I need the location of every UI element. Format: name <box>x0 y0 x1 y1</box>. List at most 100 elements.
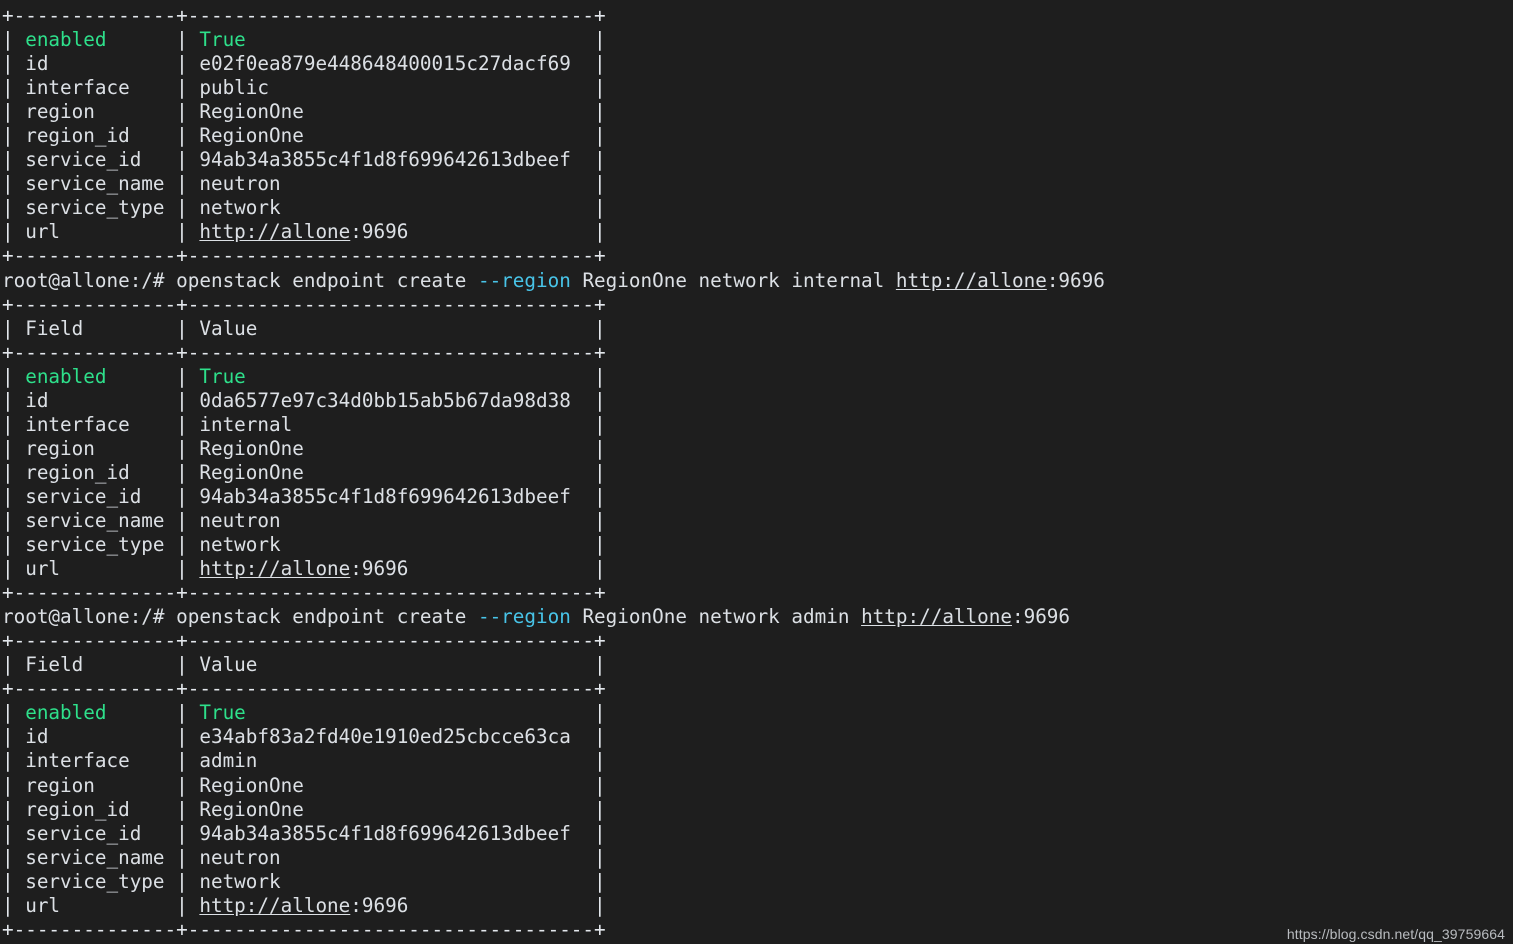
table-border: | <box>2 100 26 124</box>
cell-value-url-link[interactable]: http://allone <box>199 220 350 243</box>
cell-value: neutron <box>199 845 583 869</box>
command-line[interactable]: root@allone:/# openstack endpoint create… <box>2 605 1513 629</box>
table-border: | <box>164 412 200 436</box>
cell-field: region_id <box>25 124 165 148</box>
command-args: RegionOne network internal <box>570 268 896 292</box>
table-border: | <box>164 364 200 388</box>
cell-field: service_name <box>25 845 165 869</box>
cell-field: service_type <box>25 196 165 220</box>
table-border: | <box>2 845 26 869</box>
cell-field: service_name <box>25 172 165 196</box>
command-url-port: :9696 <box>1011 605 1071 629</box>
table-border: | <box>164 76 200 100</box>
command-url-link[interactable]: http://allone <box>861 605 1012 628</box>
table-rule: +--------------+------------------------… <box>2 4 606 27</box>
cell-field: region <box>25 100 165 124</box>
terminal-screen[interactable]: +--------------+------------------------… <box>0 0 1513 942</box>
cell-field: service_id <box>25 484 165 508</box>
table-border: | <box>2 893 26 917</box>
table-border: | <box>582 52 606 76</box>
table-border: | <box>2 52 26 76</box>
table-border: | <box>164 124 200 148</box>
table-border: | <box>2 316 26 340</box>
cell-field: id <box>25 388 165 412</box>
table-border: | <box>582 196 606 220</box>
cell-field: region <box>25 436 165 460</box>
command-text: openstack endpoint create <box>164 605 478 629</box>
table-rule-mid: +--------------+------------------------… <box>2 677 1513 701</box>
table-border: | <box>582 821 606 845</box>
table-border: | <box>582 28 606 52</box>
table-row: | service_id | 94ab34a3855c4f1d8f6996426… <box>2 148 1513 172</box>
table-border: | <box>2 76 26 100</box>
table-border: | <box>164 845 200 869</box>
cell-field: service_name <box>25 508 165 532</box>
command-flag: --region <box>477 605 571 629</box>
table-border: | <box>2 701 26 725</box>
table-row: | service_type | network | <box>2 196 1513 220</box>
table-border: | <box>2 557 26 581</box>
command-url-link[interactable]: http://allone <box>896 269 1047 292</box>
table-border: | <box>582 749 606 773</box>
table-border: | <box>164 484 200 508</box>
table-border: | <box>582 436 606 460</box>
cell-value: admin <box>199 749 583 773</box>
cell-value-url-port: :9696 <box>350 220 583 244</box>
column-header-field: Field <box>25 316 165 340</box>
table-border: | <box>582 797 606 821</box>
table-border: | <box>582 100 606 124</box>
table-row: | service_name | neutron | <box>2 172 1513 196</box>
cell-field: region_id <box>25 797 165 821</box>
table-border: | <box>2 148 26 172</box>
table-rule: +--------------+------------------------… <box>2 629 606 653</box>
cell-value-url-link[interactable]: http://allone <box>199 894 350 917</box>
table-border: | <box>2 821 26 845</box>
table-border: | <box>582 316 606 340</box>
table-border: | <box>164 220 200 244</box>
cell-field: region_id <box>25 460 165 484</box>
table-border: | <box>164 749 200 773</box>
cell-field: interface <box>25 412 165 436</box>
table-border: | <box>2 508 26 532</box>
table-border: | <box>582 653 606 677</box>
table-row: | interface | admin | <box>2 749 1513 773</box>
table-border: | <box>582 148 606 172</box>
command-text: openstack endpoint create <box>164 268 478 292</box>
table-row: | interface | internal | <box>2 413 1513 437</box>
cell-value: internal <box>199 412 583 436</box>
table-rule: +--------------+------------------------… <box>2 917 606 941</box>
table-rule: +--------------+------------------------… <box>2 244 606 268</box>
table-row: | service_type | network | <box>2 870 1513 894</box>
table-row: | url | http://allone:9696 | <box>2 894 1513 918</box>
table-border: | <box>582 76 606 100</box>
cell-value: public <box>199 76 583 100</box>
table-border: | <box>164 773 200 797</box>
table-border: | <box>2 653 26 677</box>
cell-field: service_id <box>25 821 165 845</box>
table-border: | <box>2 196 26 220</box>
table-border: | <box>164 821 200 845</box>
table-border: | <box>582 893 606 917</box>
table-rule: +--------------+------------------------… <box>2 677 606 701</box>
table-rule: +--------------+------------------------… <box>2 340 606 364</box>
table-border: | <box>164 893 200 917</box>
table-border: | <box>164 100 200 124</box>
table-border: | <box>2 412 26 436</box>
table-border: | <box>582 364 606 388</box>
table-row: | region | RegionOne | <box>2 437 1513 461</box>
cell-value-url-link[interactable]: http://allone <box>199 557 350 580</box>
table-row: | id | e02f0ea879e448648400015c27dacf69 … <box>2 52 1513 76</box>
terminal-window[interactable]: +--------------+------------------------… <box>0 0 1513 944</box>
table-border: | <box>164 557 200 581</box>
cell-value: RegionOne <box>199 124 583 148</box>
table-row: | enabled | True | <box>2 365 1513 389</box>
command-line[interactable]: root@allone:/# openstack endpoint create… <box>2 269 1513 293</box>
cell-value: 94ab34a3855c4f1d8f699642613dbeef <box>199 148 583 172</box>
cell-value: network <box>199 196 583 220</box>
table-row: | service_id | 94ab34a3855c4f1d8f6996426… <box>2 822 1513 846</box>
cell-value: RegionOne <box>199 100 583 124</box>
cell-field: service_type <box>25 533 165 557</box>
cell-field: id <box>25 52 165 76</box>
table-border: | <box>164 196 200 220</box>
table-border: | <box>582 460 606 484</box>
